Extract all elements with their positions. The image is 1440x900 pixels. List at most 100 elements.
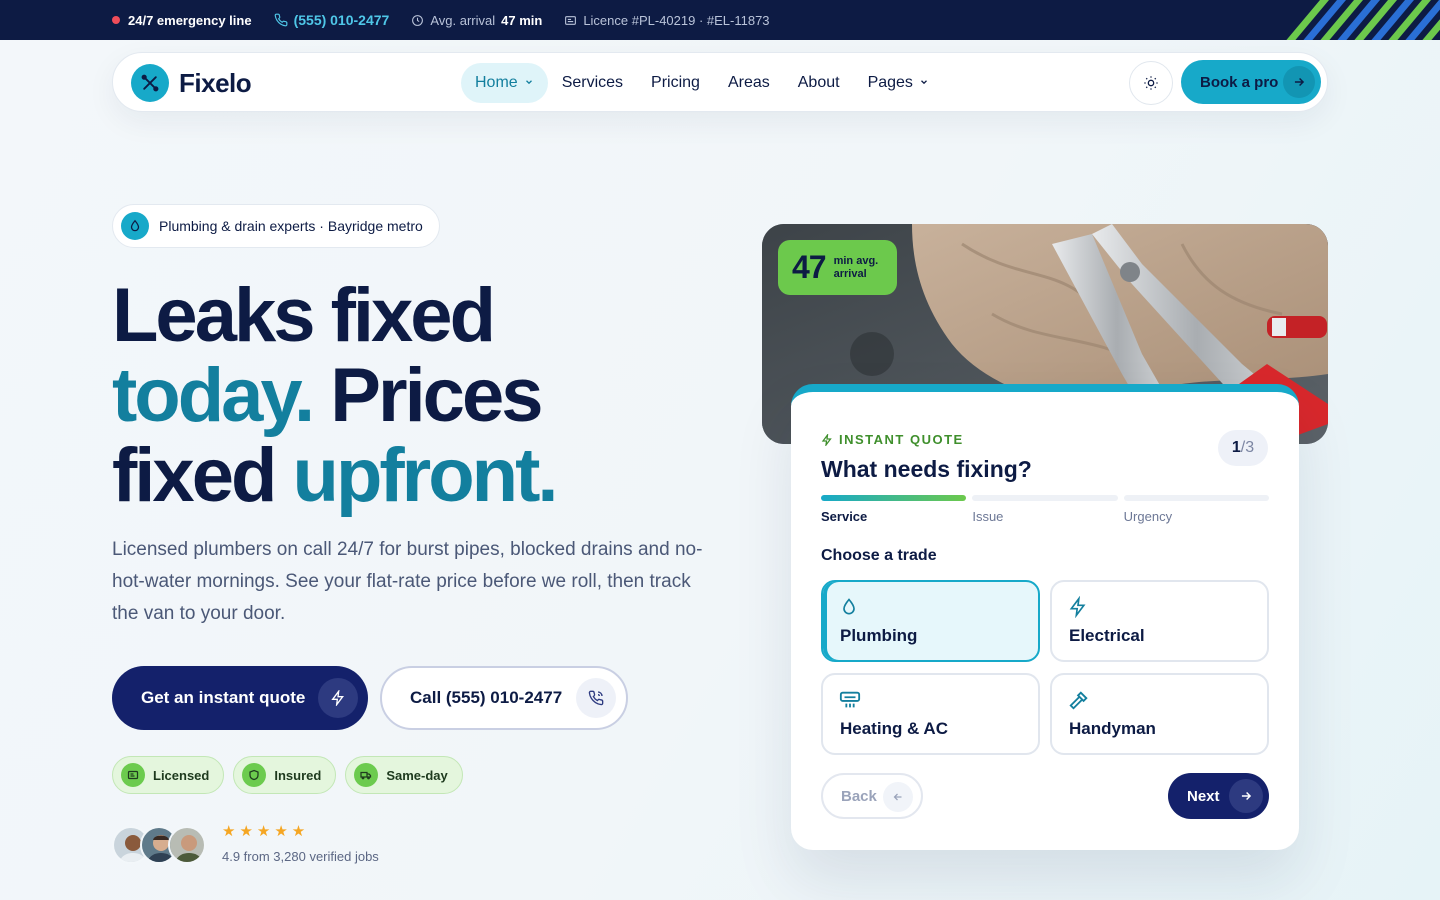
licence-info: Licence #PL-40219 · #EL-11873 xyxy=(564,12,770,28)
theme-toggle-button[interactable] xyxy=(1129,61,1173,105)
primary-menu: Home Services Pricing Areas About Pages xyxy=(461,63,943,103)
eta-label: min avg. arrival xyxy=(833,254,879,280)
book-a-pro-label[interactable]: Book a pro xyxy=(1200,74,1278,91)
trade-option-label[interactable]: Electrical xyxy=(1069,626,1145,646)
chevron-down-icon xyxy=(524,74,534,92)
trust-pill-licensed: Licensed xyxy=(112,756,225,794)
step-label-issue: Issue xyxy=(972,509,1004,524)
shield-icon xyxy=(242,763,267,787)
nav-pricing-label[interactable]: Pricing xyxy=(651,74,700,92)
droplet-icon xyxy=(839,596,859,623)
nav-services-label[interactable]: Services xyxy=(562,74,623,92)
book-a-pro-button[interactable]: Book a pro xyxy=(1181,60,1321,104)
quote-kicker-text: INSTANT QUOTE xyxy=(839,432,964,447)
emergency-label: 24/7 emergency line xyxy=(128,12,252,28)
quote-kicker: INSTANT QUOTE xyxy=(821,432,964,447)
licence-card-icon xyxy=(565,15,577,25)
emergency-line: 24/7 emergency line xyxy=(112,13,252,28)
eta-minutes: 47 xyxy=(792,249,827,285)
sun-icon xyxy=(1144,76,1158,90)
headline-fixed: fixed xyxy=(112,433,277,518)
eta-badge: 47 min avg. arrival xyxy=(778,240,897,295)
avatar xyxy=(168,826,206,864)
nav-areas-label[interactable]: Areas xyxy=(728,74,770,92)
specialty-badge: Plumbing & drain experts · Bayridge metr… xyxy=(112,204,440,248)
headline-prices: Prices xyxy=(330,353,543,438)
quote-title: What needs fixing? xyxy=(821,456,1032,482)
nav-item-areas[interactable]: Areas xyxy=(714,63,784,103)
brand-name[interactable]: Fixelo xyxy=(179,68,252,99)
wrench-logo-icon xyxy=(131,64,169,102)
call-button-label[interactable]: Call (555) 010-2477 xyxy=(410,688,562,708)
licence-text: Licence #PL-40219 · #EL-11873 xyxy=(583,12,770,28)
customer-avatars xyxy=(112,826,212,864)
trade-option-heating-ac[interactable]: Heating & AC xyxy=(821,673,1040,755)
step-progress xyxy=(821,495,1269,501)
step-label-service: Service xyxy=(821,509,868,524)
trade-option-label[interactable]: Handyman xyxy=(1069,719,1156,739)
clock-icon xyxy=(412,14,424,26)
step-total: /3 xyxy=(1240,439,1255,456)
nav-item-about[interactable]: About xyxy=(784,63,854,103)
avg-arrival-label: Avg. arrival xyxy=(430,12,496,28)
main-navbar: Fixelo Home Services Pricing Areas About… xyxy=(112,52,1328,112)
top-info-bar: 24/7 emergency line (555) 010-2477 Avg. … xyxy=(0,0,1440,40)
chevron-down-icon xyxy=(919,74,929,92)
call-button[interactable]: Call (555) 010-2477 xyxy=(380,666,628,730)
topbar-phone-number[interactable]: (555) 010-2477 xyxy=(294,12,390,28)
van-icon xyxy=(354,763,379,787)
trust-pill-label: Same-day xyxy=(386,767,448,783)
instant-quote-button[interactable]: Get an instant quote xyxy=(112,666,368,730)
phone-call-icon xyxy=(576,678,616,718)
rating-text: 4.9 from 3,280 verified jobs xyxy=(222,849,379,864)
topbar-phone-link[interactable]: (555) 010-2477 xyxy=(274,12,390,28)
trade-option-plumbing[interactable]: Plumbing xyxy=(821,580,1040,662)
trust-pills: Licensed Insured Same-day xyxy=(112,756,463,794)
arrow-left-icon xyxy=(883,782,913,812)
live-dot-icon xyxy=(112,16,120,24)
step-counter: 1/3 xyxy=(1218,430,1268,466)
step-current: 1 xyxy=(1231,439,1241,456)
nav-item-pricing[interactable]: Pricing xyxy=(637,63,714,103)
progress-segment-issue xyxy=(972,495,1118,501)
trade-option-electrical[interactable]: Electrical xyxy=(1050,580,1269,662)
trade-option-label[interactable]: Plumbing xyxy=(840,626,917,646)
brand-logo[interactable]: Fixelo xyxy=(131,64,252,102)
ac-unit-icon xyxy=(839,689,861,716)
trade-option-handyman[interactable]: Handyman xyxy=(1050,673,1269,755)
back-label[interactable]: Back xyxy=(841,788,877,805)
arrow-right-icon xyxy=(1229,779,1263,813)
instant-quote-card: INSTANT QUOTE What needs fixing? 1/3 Ser… xyxy=(791,384,1299,850)
trust-pill-insured: Insured xyxy=(233,756,337,794)
trust-pill-label: Licensed xyxy=(153,767,210,783)
next-label[interactable]: Next xyxy=(1187,788,1220,805)
headline-accent-upfront: upfront. xyxy=(292,433,559,518)
rating-stars: ★★★★★ xyxy=(222,823,310,840)
step-label-urgency: Urgency xyxy=(1123,509,1173,524)
bolt-icon xyxy=(821,433,832,446)
hero-lead-paragraph: Licensed plumbers on call 24/7 for burst… xyxy=(112,539,703,624)
next-button[interactable]: Next xyxy=(1168,773,1269,819)
specialty-badge-text: Plumbing & drain experts · Bayridge metr… xyxy=(159,218,423,234)
headline-accent-today: today. xyxy=(112,353,315,438)
back-button[interactable]: Back xyxy=(821,773,923,819)
nav-about-label[interactable]: About xyxy=(798,74,840,92)
nav-home-label[interactable]: Home xyxy=(475,74,518,92)
droplet-icon xyxy=(121,212,149,240)
trust-pill-label: Insured xyxy=(274,767,322,783)
trust-pill-same-day: Same-day xyxy=(345,756,463,794)
bolt-icon xyxy=(1068,595,1088,623)
nav-pages-label[interactable]: Pages xyxy=(868,74,913,92)
hammer-icon xyxy=(1068,689,1090,716)
arrow-right-icon xyxy=(1283,66,1315,98)
avg-arrival: Avg. arrival 47 min xyxy=(411,13,542,28)
nav-item-pages[interactable]: Pages xyxy=(854,63,943,103)
progress-segment-service xyxy=(821,495,967,501)
trade-option-label[interactable]: Heating & AC xyxy=(840,719,948,739)
instant-quote-label[interactable]: Get an instant quote xyxy=(141,688,305,708)
phone-icon xyxy=(274,13,287,27)
headline-line-1: Leaks fixed xyxy=(112,273,496,358)
nav-item-services[interactable]: Services xyxy=(548,63,637,103)
decorative-stripes xyxy=(1286,0,1440,40)
nav-item-home[interactable]: Home xyxy=(461,63,548,103)
